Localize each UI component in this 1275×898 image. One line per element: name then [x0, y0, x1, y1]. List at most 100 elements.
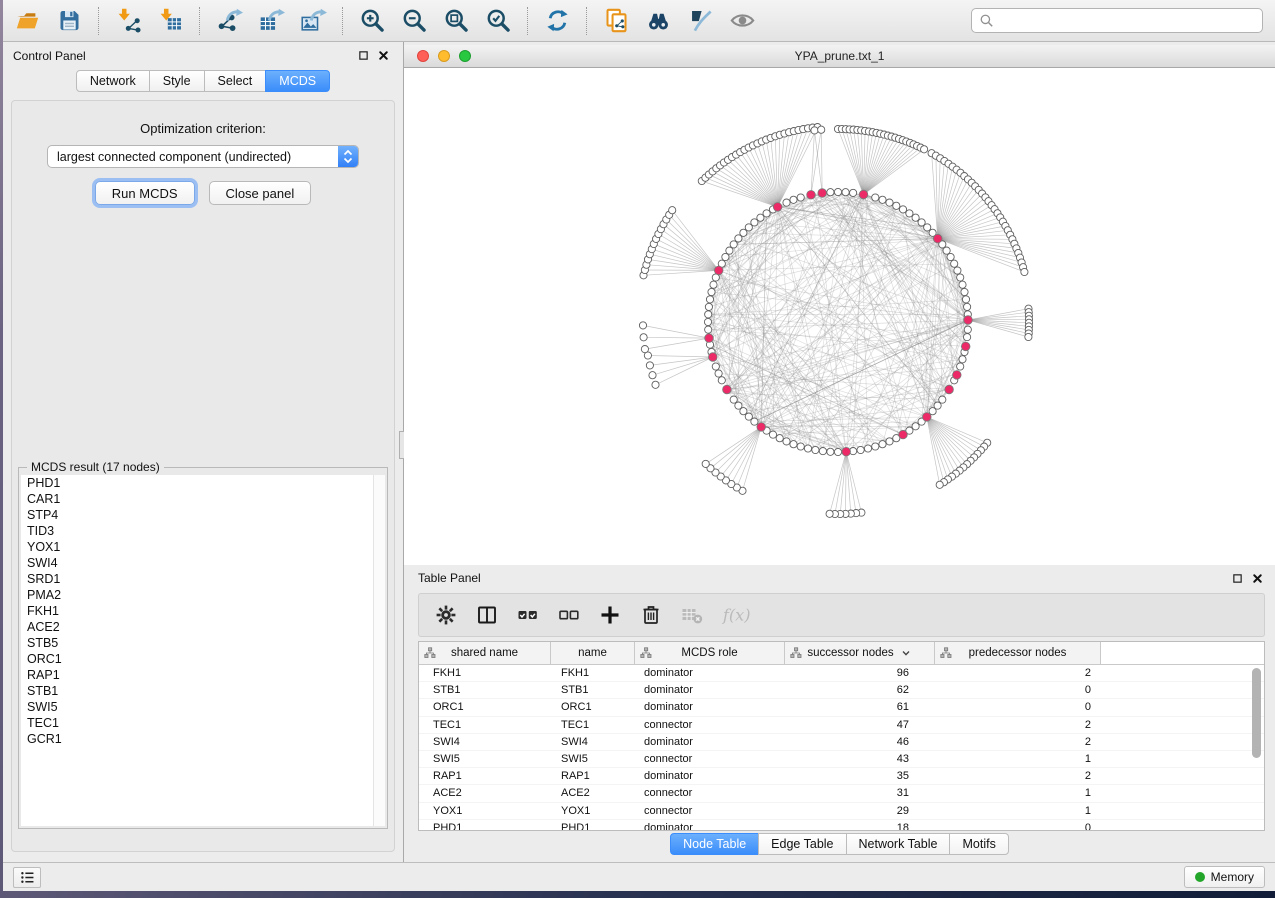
- zoom-out-button[interactable]: [396, 3, 432, 39]
- hide-all-columns-button[interactable]: [556, 602, 582, 628]
- find-button[interactable]: [640, 3, 676, 39]
- table-cell: TEC1: [419, 719, 551, 731]
- table-cell: ORC1: [551, 701, 635, 713]
- toggle-panel-layout-button[interactable]: [474, 602, 500, 628]
- column-header-shared-name[interactable]: shared name: [419, 642, 551, 664]
- table-panel-title: Table Panel: [418, 571, 481, 585]
- show-all-columns-button[interactable]: [515, 602, 541, 628]
- show-panels-button[interactable]: [13, 867, 41, 888]
- delete-table-icon: [680, 603, 704, 627]
- table-settings-button[interactable]: [433, 602, 459, 628]
- column-header-predecessor-nodes[interactable]: predecessor nodes: [935, 642, 1101, 664]
- table-row[interactable]: RAP1RAP1dominator352: [419, 768, 1264, 785]
- column-header-name[interactable]: name: [551, 642, 635, 664]
- float-table-panel-button[interactable]: [1230, 571, 1245, 586]
- toolbar-separator: [527, 7, 528, 35]
- import-network-button[interactable]: [110, 3, 146, 39]
- mcds-result-item[interactable]: TEC1: [21, 715, 385, 731]
- mcds-result-item[interactable]: CAR1: [21, 491, 385, 507]
- table-cell: connector: [635, 753, 785, 765]
- float-panel-button[interactable]: [356, 48, 371, 63]
- mcds-result-item[interactable]: TID3: [21, 523, 385, 539]
- mcds-result-item[interactable]: STB5: [21, 635, 385, 651]
- table-cell: 2: [935, 667, 1101, 679]
- mcds-list-scrollbar[interactable]: [373, 475, 385, 826]
- mcds-result-item[interactable]: STP4: [21, 507, 385, 523]
- mcds-result-item[interactable]: SWI4: [21, 555, 385, 571]
- import-table-button[interactable]: [152, 3, 188, 39]
- birds-eye-button[interactable]: [724, 3, 760, 39]
- zoom-in-button[interactable]: [354, 3, 390, 39]
- zoom-fit-button[interactable]: [438, 3, 474, 39]
- table-header-row: shared namenameMCDS rolesuccessor nodesp…: [419, 642, 1264, 665]
- tab-mcds[interactable]: MCDS: [265, 70, 330, 92]
- network-canvas[interactable]: [404, 67, 1275, 565]
- close-panel-button[interactable]: [376, 48, 391, 63]
- table-row[interactable]: ACE2ACE2connector311: [419, 785, 1264, 802]
- search-input[interactable]: [999, 8, 1262, 33]
- delete-columns-button[interactable]: [638, 602, 664, 628]
- table-row[interactable]: FKH1FKH1dominator962: [419, 665, 1264, 682]
- hide-all-columns-icon: [557, 603, 581, 627]
- close-table-panel-button[interactable]: [1250, 571, 1265, 586]
- mcds-result-item[interactable]: STB1: [21, 683, 385, 699]
- table-cell: FKH1: [419, 667, 551, 679]
- export-table-button[interactable]: [253, 3, 289, 39]
- mcds-result-item[interactable]: SWI5: [21, 699, 385, 715]
- float-icon: [357, 49, 370, 62]
- close-panel-button-mcds[interactable]: Close panel: [209, 181, 312, 205]
- table-cell: PHD1: [551, 822, 635, 831]
- mcds-result-item[interactable]: PMA2: [21, 587, 385, 603]
- mcds-result-item[interactable]: YOX1: [21, 539, 385, 555]
- mcds-result-item[interactable]: RAP1: [21, 667, 385, 683]
- table-row[interactable]: PHD1PHD1dominator180: [419, 820, 1264, 831]
- table-row[interactable]: SWI4SWI4dominator462: [419, 734, 1264, 751]
- memory-button[interactable]: Memory: [1184, 866, 1265, 888]
- column-header-mcds-role[interactable]: MCDS role: [635, 642, 785, 664]
- optimization-criterion-label: Optimization criterion:: [12, 121, 394, 136]
- save-session-button[interactable]: [51, 3, 87, 39]
- export-image-button[interactable]: [295, 3, 331, 39]
- optimization-criterion-select[interactable]: largest connected component (undirected): [47, 145, 359, 168]
- graphics-details-button[interactable]: [682, 3, 718, 39]
- mcds-result-item[interactable]: SRD1: [21, 571, 385, 587]
- table-row[interactable]: SWI5SWI5connector431: [419, 751, 1264, 768]
- table-cell: YOX1: [419, 805, 551, 817]
- mcds-result-item[interactable]: FKH1: [21, 603, 385, 619]
- tab-edge-table[interactable]: Edge Table: [758, 833, 846, 855]
- table-cell: RAP1: [551, 770, 635, 782]
- clone-network-button[interactable]: [598, 3, 634, 39]
- tab-select[interactable]: Select: [204, 70, 267, 92]
- export-network-button[interactable]: [211, 3, 247, 39]
- table-cell: 29: [785, 805, 935, 817]
- mcds-result-item[interactable]: ACE2: [21, 619, 385, 635]
- table-scrollbar[interactable]: [1251, 666, 1262, 826]
- zoom-selected-button[interactable]: [480, 3, 516, 39]
- table-row[interactable]: ORC1ORC1dominator610: [419, 699, 1264, 716]
- mcds-result-list[interactable]: PHD1CAR1STP4TID3YOX1SWI4SRD1PMA2FKH1ACE2…: [21, 475, 385, 826]
- tab-node-table[interactable]: Node Table: [670, 833, 759, 855]
- table-scrollbar-thumb[interactable]: [1252, 668, 1261, 758]
- zoom-fit-icon: [443, 7, 470, 34]
- tab-style[interactable]: Style: [149, 70, 205, 92]
- table-panel: Table Panel shared namenameMCDS rolesucc…: [404, 565, 1275, 862]
- mcds-result-item[interactable]: ORC1: [21, 651, 385, 667]
- mcds-result-item[interactable]: PHD1: [21, 475, 385, 491]
- zoom-out-icon: [401, 7, 428, 34]
- tab-network[interactable]: Network: [76, 70, 150, 92]
- table-row[interactable]: STB1STB1dominator620: [419, 682, 1264, 699]
- run-mcds-button[interactable]: Run MCDS: [95, 181, 195, 205]
- select-stepper-icon: [338, 146, 358, 167]
- table-row[interactable]: YOX1YOX1connector291: [419, 803, 1264, 820]
- tab-network-table[interactable]: Network Table: [846, 833, 951, 855]
- column-header-successor-nodes[interactable]: successor nodes: [785, 642, 935, 664]
- mcds-result-item[interactable]: GCR1: [21, 731, 385, 747]
- tab-motifs[interactable]: Motifs: [949, 833, 1008, 855]
- open-file-button[interactable]: [9, 3, 45, 39]
- refresh-view-button[interactable]: [539, 3, 575, 39]
- create-column-button[interactable]: [597, 602, 623, 628]
- memory-status-icon: [1195, 872, 1205, 882]
- network-graph[interactable]: [404, 67, 1275, 565]
- tree-icon: [940, 647, 952, 659]
- table-row[interactable]: TEC1TEC1connector472: [419, 717, 1264, 734]
